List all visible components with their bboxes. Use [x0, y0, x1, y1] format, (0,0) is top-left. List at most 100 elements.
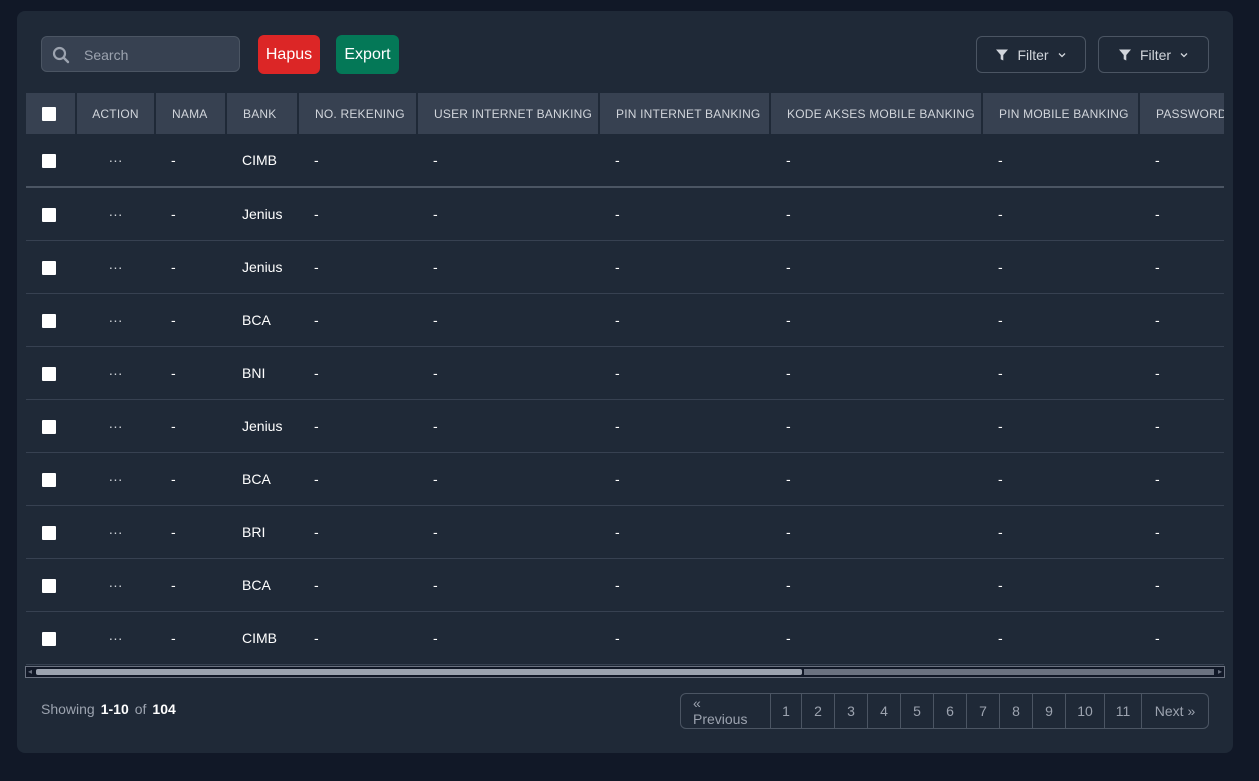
page-button[interactable]: 8: [1000, 694, 1033, 728]
row-select-cell[interactable]: [26, 346, 76, 400]
row-select-cell[interactable]: [26, 187, 76, 241]
cell-bank: BCA: [226, 558, 298, 612]
cell-bank: Jenius: [226, 399, 298, 453]
row-select-cell[interactable]: [26, 293, 76, 347]
table-row[interactable]: ··· - BCA - - - - - -: [26, 452, 1224, 506]
row-action-menu[interactable]: ···: [76, 134, 155, 188]
page-button[interactable]: 11: [1105, 694, 1142, 728]
row-checkbox[interactable]: [42, 260, 56, 275]
row-action-menu[interactable]: ···: [76, 611, 155, 665]
cell-nama: -: [155, 505, 226, 559]
row-select-cell[interactable]: [26, 399, 76, 453]
page-button[interactable]: 1: [771, 694, 802, 728]
cell-kode-akses-mobile-banking: -: [770, 293, 982, 347]
next-page-button[interactable]: Next »: [1142, 694, 1208, 728]
cell-pin-internet-banking: -: [599, 240, 770, 294]
row-checkbox[interactable]: [42, 472, 56, 487]
search-icon: [52, 46, 70, 64]
row-select-cell[interactable]: [26, 452, 76, 506]
search-box[interactable]: [41, 36, 240, 73]
scroll-right-icon[interactable]: ▸: [1218, 667, 1222, 677]
row-checkbox[interactable]: [42, 207, 56, 222]
row-action-menu[interactable]: ···: [76, 452, 155, 506]
delete-button[interactable]: Hapus: [258, 35, 320, 74]
cell-user-internet-banking: -: [417, 240, 599, 294]
row-action-menu[interactable]: ···: [76, 346, 155, 400]
cell-pin-internet-banking: -: [599, 399, 770, 453]
cell-no-rekening: -: [298, 452, 417, 506]
horizontal-scrollbar[interactable]: ◂ ▸: [25, 666, 1225, 678]
select-all-cell[interactable]: [26, 93, 77, 134]
cell-pin-internet-banking: -: [599, 505, 770, 559]
cell-pin-mobile-banking: -: [982, 611, 1139, 665]
cell-user-internet-banking: -: [417, 505, 599, 559]
row-action-menu[interactable]: ···: [76, 187, 155, 241]
row-checkbox[interactable]: [42, 631, 56, 646]
page-button[interactable]: 2: [802, 694, 835, 728]
cell-no-rekening: -: [298, 187, 417, 241]
export-button[interactable]: Export: [336, 35, 399, 74]
row-checkbox[interactable]: [42, 419, 56, 434]
search-input[interactable]: [82, 37, 236, 73]
table-row[interactable]: ··· - BRI - - - - - -: [26, 505, 1224, 559]
table-row[interactable]: ··· - BCA - - - - - -: [26, 558, 1224, 612]
cell-kode-akses-mobile-banking: -: [770, 240, 982, 294]
row-action-menu[interactable]: ···: [76, 558, 155, 612]
column-header-password: PASSWORD: [1139, 93, 1224, 134]
page-button[interactable]: 10: [1066, 694, 1105, 728]
row-select-cell[interactable]: [26, 611, 76, 665]
scroll-left-icon[interactable]: ◂: [28, 667, 32, 677]
page-button[interactable]: 9: [1033, 694, 1066, 728]
row-checkbox[interactable]: [42, 154, 56, 169]
page-button[interactable]: 7: [967, 694, 1000, 728]
row-select-cell[interactable]: [26, 240, 76, 294]
cell-pin-internet-banking: -: [599, 187, 770, 241]
page-button[interactable]: 4: [868, 694, 901, 728]
table-row[interactable]: ··· - Jenius - - - - - -: [26, 399, 1224, 453]
select-all-checkbox[interactable]: [42, 106, 56, 121]
row-select-cell[interactable]: [26, 134, 76, 188]
scrollbar-thumb[interactable]: [36, 669, 802, 675]
table-row[interactable]: ··· - BCA - - - - - -: [26, 293, 1224, 347]
cell-bank: BRI: [226, 505, 298, 559]
row-checkbox[interactable]: [42, 313, 56, 328]
table-row[interactable]: ··· - Jenius - - - - - -: [26, 187, 1224, 241]
filter-button-2[interactable]: Filter: [1098, 36, 1209, 73]
row-select-cell[interactable]: [26, 558, 76, 612]
row-action-menu[interactable]: ···: [76, 505, 155, 559]
row-action-menu[interactable]: ···: [76, 293, 155, 347]
row-select-cell[interactable]: [26, 505, 76, 559]
cell-kode-akses-mobile-banking: -: [770, 611, 982, 665]
toolbar: Hapus Export Filter Filter: [17, 11, 1233, 101]
table-row[interactable]: ··· - CIMB - - - - - -: [26, 134, 1224, 188]
previous-page-button[interactable]: « Previous: [681, 694, 771, 728]
table-container: ACTION NAMA BANK NO. REKENING USER INTER…: [26, 93, 1224, 677]
table-row[interactable]: ··· - BNI - - - - - -: [26, 346, 1224, 400]
row-checkbox[interactable]: [42, 578, 56, 593]
cell-nama: -: [155, 452, 226, 506]
table-header-row: ACTION NAMA BANK NO. REKENING USER INTER…: [26, 93, 1224, 134]
cell-user-internet-banking: -: [417, 399, 599, 453]
cell-pin-mobile-banking: -: [982, 452, 1139, 506]
cell-password: -: [1139, 346, 1224, 400]
row-checkbox[interactable]: [42, 525, 56, 540]
cell-pin-mobile-banking: -: [982, 399, 1139, 453]
cell-user-internet-banking: -: [417, 558, 599, 612]
cell-pin-mobile-banking: -: [982, 505, 1139, 559]
cell-nama: -: [155, 399, 226, 453]
filter-button-1[interactable]: Filter: [976, 36, 1086, 73]
scrollbar-track[interactable]: [804, 669, 1214, 675]
row-action-menu[interactable]: ···: [76, 240, 155, 294]
page-button[interactable]: 3: [835, 694, 868, 728]
row-action-menu[interactable]: ···: [76, 399, 155, 453]
row-checkbox[interactable]: [42, 366, 56, 381]
page-button[interactable]: 5: [901, 694, 934, 728]
filter-label: Filter: [1139, 46, 1172, 63]
page-button[interactable]: 6: [934, 694, 967, 728]
table-row[interactable]: ··· - CIMB - - - - - -: [26, 611, 1224, 665]
filter-icon: [1118, 49, 1131, 60]
cell-no-rekening: -: [298, 611, 417, 665]
table-row[interactable]: ··· - Jenius - - - - - -: [26, 240, 1224, 294]
total-count: 104: [152, 701, 176, 717]
cell-password: -: [1139, 452, 1224, 506]
